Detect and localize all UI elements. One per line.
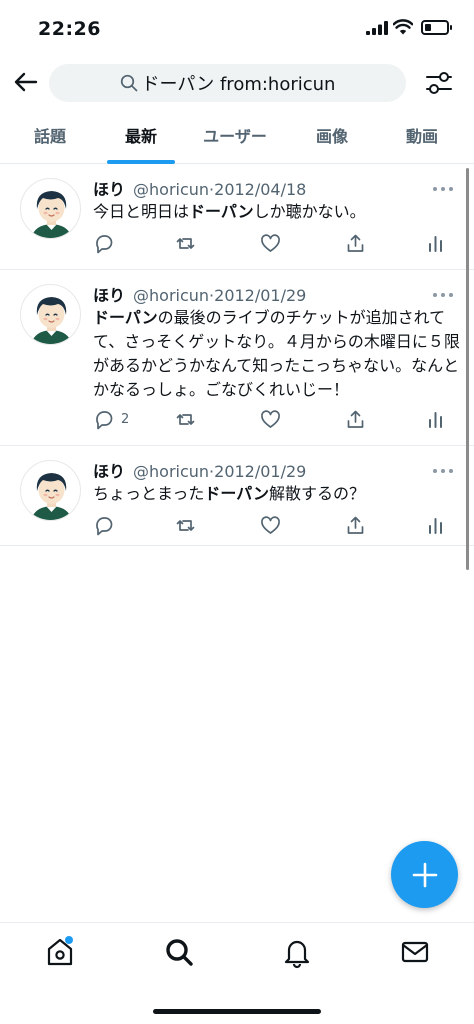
reply-icon <box>96 410 113 429</box>
author-handle: @horicun <box>133 462 210 481</box>
plus-icon <box>412 862 437 887</box>
status-bar: 22:26 <box>0 0 474 56</box>
tweet-text-after: 解散するの？ <box>269 484 366 503</box>
wifi-icon <box>393 19 413 35</box>
tweet-text: ちょっとまったドーパン解散するの？ <box>93 482 463 506</box>
mail-icon[interactable] <box>398 935 432 969</box>
sliders-icon[interactable] <box>422 66 456 100</box>
status-time: 22:26 <box>38 18 101 40</box>
search-input[interactable]: ドーパン from:horicun <box>49 64 406 102</box>
tweet[interactable]: ほり @horicun·2012/04/18 今日と明日はドーパンしか聴かない。 <box>0 164 474 270</box>
analytics-icon <box>429 411 442 428</box>
retweet-button[interactable] <box>175 408 196 430</box>
tweet-text-before: ちょっとまった <box>93 484 205 503</box>
retweet-icon <box>176 237 195 249</box>
retweet-icon <box>176 519 195 531</box>
analytics-button[interactable] <box>425 232 446 254</box>
heart-icon <box>261 409 280 428</box>
explore-search-icon[interactable] <box>162 935 196 969</box>
battery-level <box>425 24 431 31</box>
analytics-icon <box>429 517 442 534</box>
reply-icon <box>96 516 113 535</box>
bell-icon[interactable] <box>280 935 314 969</box>
home-indicator <box>153 1009 321 1014</box>
tweet[interactable]: ほり @horicun·2012/01/29 ドーパンの最後のライブのチケットが追… <box>0 270 474 446</box>
author-name[interactable]: ほり <box>93 180 125 199</box>
tweet-date: 2012/04/18 <box>214 180 307 199</box>
search-tabs: 話題 最新 ユーザー 画像 動画 <box>0 114 474 164</box>
search-highlight: ドーパン <box>189 202 254 221</box>
tab-latest[interactable]: 最新 <box>99 114 183 164</box>
tweet-header: ほり @horicun·2012/04/18 <box>93 176 306 200</box>
reply-icon <box>96 234 113 253</box>
retweet-button[interactable] <box>175 514 196 536</box>
avatar[interactable] <box>20 460 81 521</box>
tweet-date: 2012/01/29 <box>214 462 307 481</box>
share-button[interactable] <box>345 514 366 536</box>
tab-top[interactable]: 話題 <box>8 114 92 164</box>
like-button[interactable] <box>260 514 281 536</box>
tweet[interactable]: ほり @horicun·2012/01/29 ちょっとまったドーパン解散するの？ <box>0 446 474 546</box>
tab-photos[interactable]: 画像 <box>290 114 374 164</box>
search-highlight: ドーパン <box>93 308 158 327</box>
author-handle: @horicun <box>133 180 210 199</box>
search-highlight: ドーパン <box>204 484 270 503</box>
compose-button[interactable] <box>391 841 458 908</box>
battery-icon <box>421 20 452 35</box>
scrollbar[interactable] <box>466 168 469 570</box>
share-button[interactable] <box>345 408 366 430</box>
share-icon <box>347 410 364 428</box>
avatar[interactable] <box>20 178 81 239</box>
tab-videos[interactable]: 動画 <box>380 114 464 164</box>
heart-icon <box>261 233 280 252</box>
search-header: ドーパン from:horicun <box>0 58 474 108</box>
notification-dot <box>65 936 73 944</box>
tweet-actions: 2 <box>93 408 453 432</box>
tweet-actions <box>93 232 453 256</box>
like-button[interactable] <box>260 408 281 430</box>
retweet-icon <box>176 413 195 425</box>
reply-button[interactable] <box>93 514 121 536</box>
author-name[interactable]: ほり <box>93 286 125 305</box>
analytics-button[interactable] <box>425 514 446 536</box>
author-name[interactable]: ほり <box>93 462 125 481</box>
tweet-text: 今日と明日はドーパンしか聴かない。 <box>93 200 463 224</box>
tweet-text-before: 今日と明日は <box>93 202 190 221</box>
arrow-left-icon[interactable] <box>10 66 42 98</box>
heart-icon <box>261 515 280 534</box>
avatar[interactable] <box>20 284 81 345</box>
tweet-text: ドーパンの最後のライブのチケットが追加されてて、さっそくゲットなり。４月からの木… <box>93 306 463 402</box>
reply-count: 2 <box>121 411 130 427</box>
tweet-header: ほり @horicun·2012/01/29 <box>93 282 306 306</box>
tweet-actions <box>93 514 453 538</box>
more-options-icon[interactable] <box>432 466 454 476</box>
reply-button[interactable] <box>93 232 121 254</box>
tweet-date: 2012/01/29 <box>214 286 307 305</box>
search-icon <box>120 74 137 92</box>
analytics-icon <box>429 235 442 252</box>
more-options-icon[interactable] <box>432 290 454 300</box>
share-icon <box>347 234 364 252</box>
like-button[interactable] <box>260 232 281 254</box>
search-query: ドーパン from:horicun <box>141 74 336 95</box>
more-options-icon[interactable] <box>432 184 454 194</box>
author-handle: @horicun <box>133 286 210 305</box>
share-icon <box>347 516 364 534</box>
tweet-text-after: しか聴かない。 <box>253 202 366 221</box>
retweet-button[interactable] <box>175 232 196 254</box>
reply-button[interactable]: 2 <box>93 408 129 430</box>
share-button[interactable] <box>345 232 366 254</box>
analytics-button[interactable] <box>425 408 446 430</box>
signal-icon <box>366 21 388 35</box>
tab-people[interactable]: ユーザー <box>193 114 277 164</box>
tweet-header: ほり @horicun·2012/01/29 <box>93 458 306 482</box>
